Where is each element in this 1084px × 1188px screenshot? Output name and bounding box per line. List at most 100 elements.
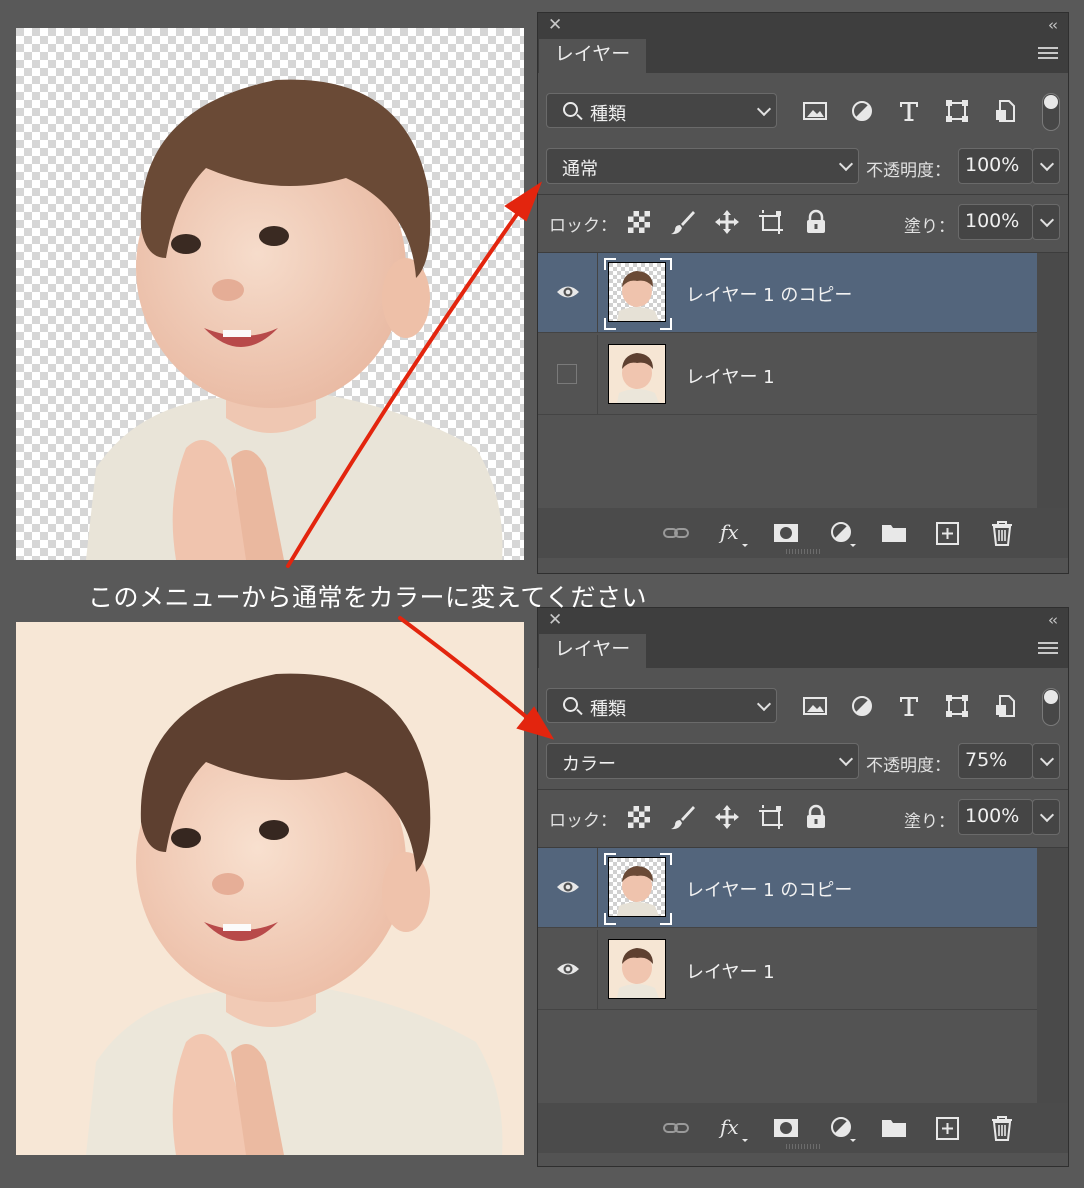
layer-name[interactable]: レイヤー 1 xyxy=(686,958,775,984)
layer-kind-filter[interactable]: 種類 xyxy=(546,93,777,128)
selection-bracket xyxy=(604,913,616,925)
image-filter-icon[interactable] xyxy=(802,99,828,123)
resize-grip[interactable] xyxy=(786,549,822,554)
fill-input[interactable]: 100% xyxy=(958,799,1033,835)
layer-name[interactable]: レイヤー 1 のコピー xyxy=(686,876,852,902)
layer-visibility-toggle[interactable] xyxy=(538,930,598,1010)
opacity-slider-button[interactable] xyxy=(1032,148,1060,184)
smart-object-filter-icon[interactable] xyxy=(993,99,1019,123)
mask-icon[interactable] xyxy=(772,520,800,546)
type-filter-icon[interactable] xyxy=(896,99,922,123)
shape-filter-icon[interactable] xyxy=(944,99,970,123)
divider xyxy=(538,789,1068,790)
selection-bracket xyxy=(660,853,672,865)
adjustment-filter-icon[interactable] xyxy=(849,694,875,718)
layer-row[interactable]: レイヤー 1 のコピー xyxy=(538,848,1037,928)
layer-visibility-toggle[interactable] xyxy=(538,335,598,415)
link-icon[interactable] xyxy=(662,1115,690,1141)
layer-thumbnail[interactable] xyxy=(608,857,666,917)
svg-text:fx: fx xyxy=(718,1115,739,1139)
new-layer-icon[interactable] xyxy=(934,1115,962,1141)
opacity-input[interactable]: 75% xyxy=(958,743,1033,779)
chevron-down-icon xyxy=(1039,807,1055,823)
panel-titlebar: ✕ ‹‹ レイヤー xyxy=(538,13,1068,73)
fill-slider-button[interactable] xyxy=(1032,799,1060,835)
smart-object-filter-icon[interactable] xyxy=(993,694,1019,718)
filter-kind-label: 種類 xyxy=(590,699,626,720)
filter-toggle-switch[interactable] xyxy=(1042,93,1060,131)
layers-panel-bottom: ✕ ‹‹ レイヤー 種類 カラー 不透明度： 75% ロック： 塗り： 100% レイヤー 1 のコ… xyxy=(537,607,1069,1167)
lock-paint-icon[interactable] xyxy=(670,209,696,235)
layer-scrollbar[interactable] xyxy=(1037,848,1068,1106)
lock-artboard-icon[interactable] xyxy=(758,804,784,830)
chevron-down-icon xyxy=(838,156,854,172)
close-panel-icon[interactable]: ✕ xyxy=(548,15,562,35)
collapse-panel-icon[interactable]: ‹‹ xyxy=(1048,16,1058,34)
fill-input[interactable]: 100% xyxy=(958,204,1033,240)
eye-icon xyxy=(556,961,580,982)
chevron-down-icon xyxy=(1039,156,1055,172)
blend-mode-dropdown[interactable]: カラー xyxy=(546,743,859,779)
adjustment-filter-icon[interactable] xyxy=(849,99,875,123)
panel-footer: fx xyxy=(538,1103,1068,1153)
layer-thumbnail[interactable] xyxy=(608,939,666,999)
opacity-value: 75% xyxy=(965,749,1008,771)
opacity-label: 不透明度： xyxy=(866,161,951,181)
divider xyxy=(538,194,1068,195)
adjustment-icon[interactable] xyxy=(828,1115,856,1142)
trash-icon[interactable] xyxy=(988,520,1016,546)
lock-paint-icon[interactable] xyxy=(670,804,696,830)
resize-grip[interactable] xyxy=(786,1144,822,1149)
layer-thumbnail[interactable] xyxy=(608,344,666,404)
lock-all-icon[interactable] xyxy=(803,209,829,235)
adjustment-icon[interactable] xyxy=(828,520,856,547)
layer-list: レイヤー 1 のコピー レイヤー 1 xyxy=(538,848,1037,1106)
visibility-off-box xyxy=(557,364,577,384)
lock-pixels-icon[interactable] xyxy=(626,209,652,235)
fx-icon[interactable]: fx xyxy=(718,1115,748,1142)
chevron-down-icon xyxy=(838,751,854,767)
type-filter-icon[interactable] xyxy=(896,694,922,718)
panel-menu-icon[interactable] xyxy=(1038,642,1058,657)
trash-icon[interactable] xyxy=(988,1115,1016,1141)
layer-visibility-toggle[interactable] xyxy=(538,848,598,928)
tab-layers[interactable]: レイヤー xyxy=(539,39,646,73)
new-layer-icon[interactable] xyxy=(934,520,962,546)
layer-kind-filter[interactable]: 種類 xyxy=(546,688,777,723)
blend-mode-dropdown[interactable]: 通常 xyxy=(546,148,859,184)
canvas-image-top xyxy=(16,28,524,560)
panel-footer: fx xyxy=(538,508,1068,558)
opacity-slider-button[interactable] xyxy=(1032,743,1060,779)
layer-name[interactable]: レイヤー 1 xyxy=(686,363,775,389)
layer-thumbnail[interactable] xyxy=(608,262,666,322)
lock-all-icon[interactable] xyxy=(803,804,829,830)
fill-label: 塗り： xyxy=(904,217,955,237)
collapse-panel-icon[interactable]: ‹‹ xyxy=(1048,611,1058,629)
tab-layers[interactable]: レイヤー xyxy=(539,634,646,668)
lock-artboard-icon[interactable] xyxy=(758,209,784,235)
lock-position-icon[interactable] xyxy=(714,209,740,235)
link-icon[interactable] xyxy=(662,520,690,546)
lock-position-icon[interactable] xyxy=(714,804,740,830)
layer-row[interactable]: レイヤー 1 xyxy=(538,335,1037,415)
layer-row[interactable]: レイヤー 1 xyxy=(538,930,1037,1010)
opacity-input[interactable]: 100% xyxy=(958,148,1033,184)
layer-visibility-toggle[interactable] xyxy=(538,253,598,333)
fill-slider-button[interactable] xyxy=(1032,204,1060,240)
chevron-down-icon xyxy=(1039,212,1055,228)
shape-filter-icon[interactable] xyxy=(944,694,970,718)
fx-icon[interactable]: fx xyxy=(718,520,748,547)
folder-icon[interactable] xyxy=(880,1115,908,1141)
folder-icon[interactable] xyxy=(880,520,908,546)
filter-toggle-switch[interactable] xyxy=(1042,688,1060,726)
mask-icon[interactable] xyxy=(772,1115,800,1141)
layer-row[interactable]: レイヤー 1 のコピー xyxy=(538,253,1037,333)
svg-text:fx: fx xyxy=(718,520,739,544)
lock-pixels-icon[interactable] xyxy=(626,804,652,830)
layer-name[interactable]: レイヤー 1 のコピー xyxy=(686,281,852,307)
chevron-down-icon xyxy=(756,101,772,116)
selection-bracket xyxy=(660,318,672,330)
panel-menu-icon[interactable] xyxy=(1038,47,1058,62)
image-filter-icon[interactable] xyxy=(802,694,828,718)
layer-scrollbar[interactable] xyxy=(1037,253,1068,511)
